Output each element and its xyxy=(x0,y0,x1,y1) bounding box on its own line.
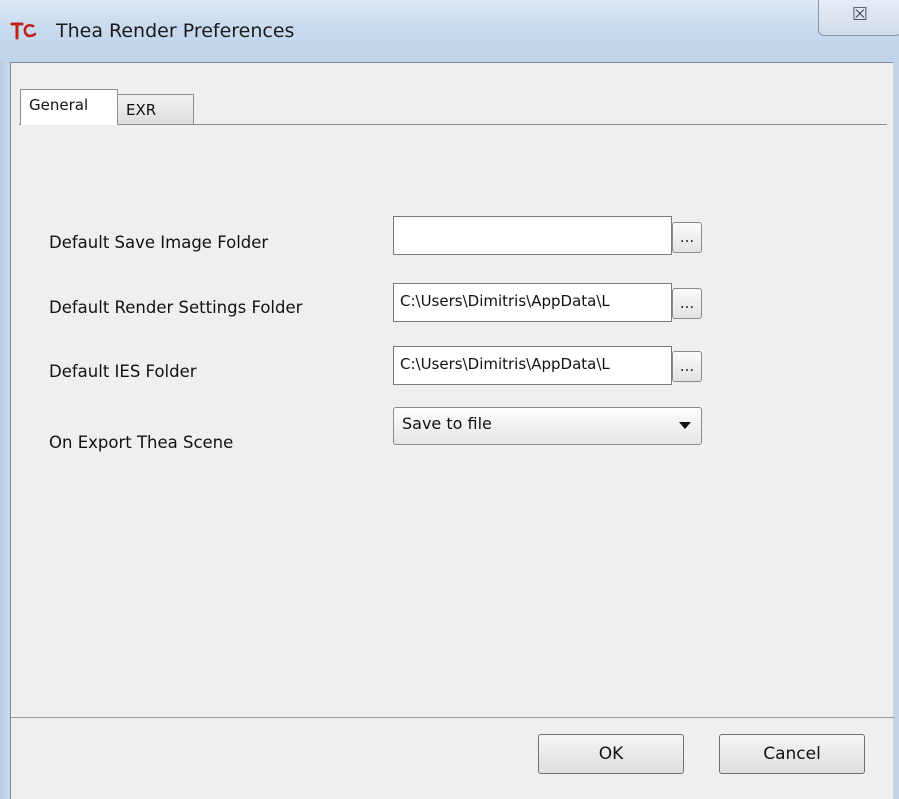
title-bar[interactable]: Thea Render Preferences ☒ xyxy=(0,0,899,62)
export-thea-scene-label: On Export Thea Scene xyxy=(49,433,234,452)
thea-logo-icon xyxy=(10,22,37,40)
tab-exr[interactable]: EXR xyxy=(117,94,194,125)
footer-divider xyxy=(11,717,894,718)
chevron-down-icon[interactable] xyxy=(679,422,691,429)
ok-button[interactable]: OK xyxy=(538,734,684,774)
cancel-button[interactable]: Cancel xyxy=(719,734,865,774)
close-icon[interactable]: ☒ xyxy=(819,5,899,25)
save-image-folder-browse-button[interactable]: ... xyxy=(672,222,702,253)
window-frame-right xyxy=(893,62,899,799)
window-frame-left xyxy=(0,62,10,799)
render-settings-folder-input[interactable]: C:\Users\Dimitris\AppData\L xyxy=(393,283,672,322)
ies-folder-input[interactable]: C:\Users\Dimitris\AppData\L xyxy=(393,346,672,385)
close-button[interactable]: ☒ xyxy=(818,0,899,36)
ies-folder-browse-button[interactable]: ... xyxy=(672,351,702,382)
render-settings-folder-browse-button[interactable]: ... xyxy=(672,288,702,319)
window-title: Thea Render Preferences xyxy=(56,20,295,42)
general-tab-panel: Default Save Image Folder ... Default Re… xyxy=(19,124,887,718)
dialog-client-area: General EXR Default Save Image Folder ..… xyxy=(10,62,894,799)
preferences-window: Thea Render Preferences ☒ General EXR De… xyxy=(0,0,899,799)
render-settings-folder-label: Default Render Settings Folder xyxy=(49,298,303,317)
save-image-folder-input[interactable] xyxy=(393,216,672,255)
tab-general-label: General xyxy=(29,96,89,114)
ies-folder-label: Default IES Folder xyxy=(49,362,197,381)
export-thea-scene-select[interactable]: Save to file xyxy=(393,407,702,445)
save-image-folder-label: Default Save Image Folder xyxy=(49,233,269,252)
export-thea-scene-value: Save to file xyxy=(402,414,492,433)
tab-exr-label: EXR xyxy=(126,101,157,119)
tab-general[interactable]: General xyxy=(20,89,118,125)
